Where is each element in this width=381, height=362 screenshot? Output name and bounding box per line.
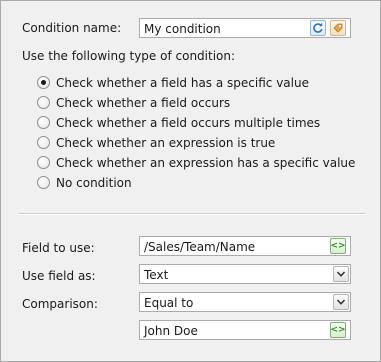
field-to-use-input[interactable]: /Sales/Team/Name <>	[139, 236, 351, 256]
radio-button[interactable]	[37, 136, 50, 149]
field-to-use-label: Field to use:	[22, 241, 95, 255]
refresh-icon[interactable]	[310, 20, 326, 36]
radio-button[interactable]	[37, 156, 50, 169]
condition-type-label: Check whether a field occurs multiple ti…	[56, 116, 321, 130]
comparison-label: Comparison:	[22, 297, 98, 311]
section-divider	[19, 213, 365, 215]
condition-type-prompt: Use the following type of condition:	[22, 49, 236, 63]
chevron-down-icon[interactable]	[333, 266, 349, 282]
condition-type-label: Check whether a field has a specific val…	[56, 76, 309, 90]
condition-name-input[interactable]: My condition	[139, 18, 351, 38]
condition-name-label: Condition name:	[22, 21, 122, 35]
compare-value-text: John Doe	[144, 324, 198, 338]
radio-button[interactable]	[37, 96, 50, 109]
condition-type-label: No condition	[56, 176, 132, 190]
use-field-as-value: Text	[144, 268, 169, 282]
tag-icon[interactable]	[330, 20, 346, 36]
comparison-value: Equal to	[144, 296, 194, 310]
condition-panel: Condition name: My condition Use the fol…	[0, 0, 381, 362]
condition-type-label: Check whether a field occurs	[56, 96, 231, 110]
code-brackets-icon[interactable]: <>	[330, 322, 346, 338]
chevron-down-icon[interactable]	[333, 294, 349, 310]
radio-button[interactable]	[37, 176, 50, 189]
field-to-use-value: /Sales/Team/Name	[144, 240, 256, 254]
condition-type-label: Check whether an expression has a specif…	[56, 156, 356, 170]
condition-type-label: Check whether an expression is true	[56, 136, 276, 150]
compare-value-input[interactable]: John Doe <>	[139, 320, 351, 340]
radio-button[interactable]	[37, 116, 50, 129]
condition-name-value: My condition	[144, 22, 221, 36]
radio-button[interactable]	[37, 76, 50, 89]
radio-selected-dot	[41, 80, 46, 85]
code-brackets-icon[interactable]: <>	[330, 238, 346, 254]
comparison-select[interactable]: Equal to	[139, 292, 351, 312]
use-field-as-select[interactable]: Text	[139, 264, 351, 284]
use-field-as-label: Use field as:	[22, 269, 96, 283]
